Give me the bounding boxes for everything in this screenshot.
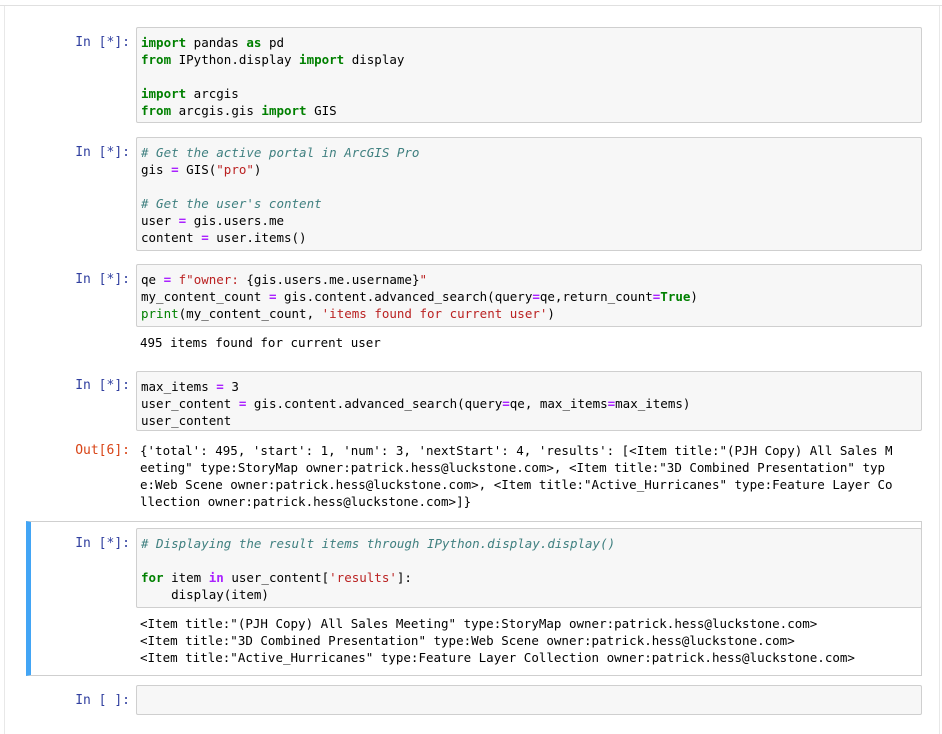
code-cell-3[interactable]: In [*]: qe = f"owner: {gis.users.me.user…: [26, 264, 926, 354]
code-input[interactable]: qe = f"owner: {gis.users.me.username}" m…: [136, 264, 922, 327]
code-comment: # Get the active portal in ArcGIS Pro: [141, 145, 420, 160]
output-line: <Item title:"Active_Hurricanes" type:Fea…: [140, 650, 855, 665]
code-cell-4[interactable]: In [*]: max_items = 3 user_content = gis…: [26, 371, 926, 511]
output-line: e:Web Scene owner:patrick.hess@luckstone…: [140, 477, 893, 492]
code-comment: # Get the user's content: [141, 196, 322, 211]
code-input[interactable]: # Displaying the result items through IP…: [136, 528, 922, 608]
input-prompt: In [*]:: [75, 378, 130, 393]
code-cell-5-selected[interactable]: In [*]: # Displaying the result items th…: [26, 521, 922, 676]
code-line: for item in user_content['results']:: [141, 570, 412, 585]
code-line: user_content: [141, 413, 232, 428]
output-line: 495 items found for current user: [140, 335, 381, 350]
code-line: from arcgis.gis import GIS: [141, 103, 337, 118]
output-prompt: Out[6]:: [75, 443, 130, 458]
input-prompt: In [*]:: [75, 536, 130, 551]
input-prompt: In [*]:: [75, 145, 130, 160]
stream-output: 495 items found for current user: [140, 334, 381, 351]
code-input[interactable]: max_items = 3 user_content = gis.content…: [136, 371, 922, 431]
code-cell-2[interactable]: In [*]: # Get the active portal in ArcGI…: [26, 137, 926, 251]
code-line: my_content_count = gis.content.advanced_…: [141, 289, 698, 304]
output-line: llection owner:patrick.hess@luckstone.co…: [140, 494, 472, 509]
code-line: print(my_content_count, 'items found for…: [141, 306, 555, 321]
code-input[interactable]: # Get the active portal in ArcGIS Pro gi…: [136, 137, 922, 251]
code-line: display(item): [141, 587, 269, 602]
code-cell-6-empty[interactable]: In [ ]:: [26, 685, 926, 715]
code-cell-1[interactable]: In [*]: import pandas as pd from IPython…: [26, 27, 926, 123]
output-line: {'total': 495, 'start': 1, 'num': 3, 'ne…: [140, 443, 893, 458]
input-prompt: In [*]:: [75, 272, 130, 287]
code-line: import arcgis: [141, 86, 239, 101]
code-line: content = user.items(): [141, 230, 307, 245]
display-output: <Item title:"(PJH Copy) All Sales Meetin…: [140, 615, 855, 666]
output-line: <Item title:"(PJH Copy) All Sales Meetin…: [140, 616, 818, 631]
input-prompt: In [ ]:: [75, 693, 130, 708]
code-comment: # Displaying the result items through IP…: [141, 536, 616, 551]
code-line: qe = f"owner: {gis.users.me.username}": [141, 272, 427, 287]
code-line: user = gis.users.me: [141, 213, 285, 228]
code-input[interactable]: import pandas as pd from IPython.display…: [136, 27, 922, 123]
code-input-empty[interactable]: [136, 685, 922, 715]
code-line: from IPython.display import display: [141, 52, 405, 67]
input-prompt: In [*]:: [75, 35, 130, 50]
code-line: import pandas as pd: [141, 35, 285, 50]
execute-result: {'total': 495, 'start': 1, 'num': 3, 'ne…: [140, 442, 893, 510]
output-line: eeting" type:StoryMap owner:patrick.hess…: [140, 460, 886, 475]
code-line: max_items = 3: [141, 379, 239, 394]
code-line: user_content = gis.content.advanced_sear…: [141, 396, 691, 411]
code-line: gis = GIS("pro"): [141, 162, 262, 177]
output-line: <Item title:"3D Combined Presentation" t…: [140, 633, 795, 648]
